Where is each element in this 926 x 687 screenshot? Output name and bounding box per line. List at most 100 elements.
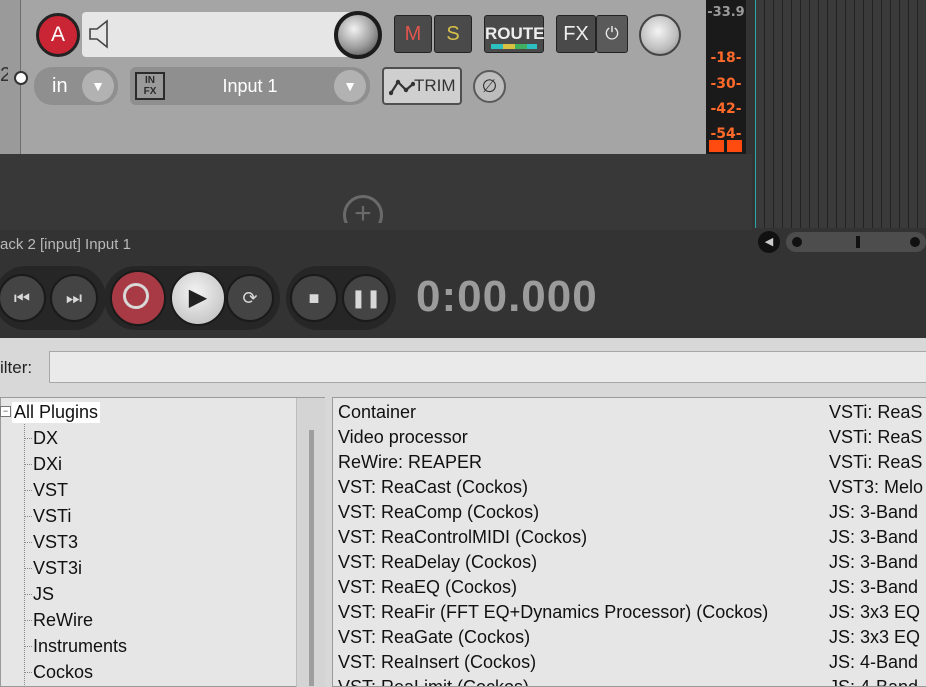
meter-bar-right [727, 140, 742, 152]
tree-scrollbar[interactable] [296, 398, 325, 687]
list-item[interactable]: ReWire: REAPER [338, 452, 482, 473]
track-io-connector[interactable] [14, 71, 28, 85]
tree-item[interactable]: ReWire [33, 610, 93, 631]
zoom-out-handle[interactable] [792, 237, 802, 247]
horizontal-scrollbar[interactable] [786, 232, 926, 252]
pause-button[interactable]: ❚❚ [342, 274, 390, 322]
list-item[interactable]: VST: ReaGate (Cockos) [338, 627, 530, 648]
chevron-down-icon: ▼ [82, 70, 114, 102]
list-item[interactable]: VSTi: ReaS [829, 402, 922, 423]
list-item[interactable]: VSTi: ReaS [829, 452, 922, 473]
arrange-view[interactable] [755, 0, 926, 228]
list-item[interactable]: JS: 3-Band [829, 502, 918, 523]
list-item[interactable]: JS: 3x3 EQ [829, 627, 920, 648]
tree-item[interactable]: Instruments [33, 636, 127, 657]
power-icon: ⏻ [605, 24, 619, 43]
tree-guide-line [25, 594, 32, 595]
edit-cursor [755, 0, 756, 228]
track-number: 2 [0, 64, 8, 86]
envelope-icon [389, 79, 415, 96]
go-to-end-button[interactable]: ⏭ [50, 274, 98, 322]
list-item[interactable]: VST: ReaControlMIDI (Cockos) [338, 527, 587, 548]
solo-button[interactable]: S [434, 15, 472, 53]
trim-label: TRIM [414, 76, 456, 95]
input-mode-label: in [52, 75, 68, 97]
stop-button[interactable]: ■ [290, 274, 338, 322]
tree-item[interactable]: VST [33, 480, 68, 501]
list-item[interactable]: JS: 3-Band [829, 577, 918, 598]
route-label: ROUTE [485, 24, 545, 43]
list-item[interactable]: VST3: Melo [829, 477, 923, 498]
tree-item-all-plugins[interactable]: All Plugins [12, 402, 101, 423]
tree-item[interactable]: JS [33, 584, 54, 605]
pan-knob[interactable] [639, 14, 681, 56]
stop-icon: ■ [308, 288, 320, 308]
meter-tick: -30- [710, 76, 742, 92]
plugin-list[interactable]: Container Video processor ReWire: REAPER… [332, 397, 926, 687]
status-text: ack 2 [input] Input 1 [0, 236, 131, 253]
tree-guide-line [25, 672, 32, 673]
track-vu-meter[interactable]: -33.9 -18- -30- -42- -54- [706, 0, 746, 154]
input-mode-select[interactable]: in ▼ [34, 67, 118, 105]
speaker-icon[interactable] [88, 18, 112, 50]
scroll-thumb[interactable] [856, 236, 860, 248]
list-item[interactable]: JS: 3-Band [829, 527, 918, 548]
tree-scroll-thumb[interactable] [309, 430, 314, 686]
fx-button[interactable]: FX [556, 15, 596, 53]
tree-guide-line [25, 438, 32, 439]
list-item[interactable]: JS: 4-Band [829, 652, 918, 673]
tree-item[interactable]: VST3i [33, 558, 82, 579]
phase-icon: ∅ [481, 76, 498, 96]
track-name-field[interactable] [82, 12, 358, 57]
list-item[interactable]: JS: 3x3 EQ [829, 602, 920, 623]
filter-input[interactable] [49, 351, 926, 383]
input-select[interactable]: IN FX Input 1 ▼ [130, 67, 370, 105]
record-arm-button[interactable]: A [36, 13, 80, 57]
tree-item[interactable]: Cockos [33, 662, 93, 683]
chevron-down-icon: ▼ [334, 70, 366, 102]
play-button[interactable]: ▶ [170, 270, 226, 326]
pause-icon: ❚❚ [350, 288, 382, 308]
tree-guide-line [25, 646, 32, 647]
tree-item[interactable]: DX [33, 428, 58, 449]
tree-guide-line [25, 620, 32, 621]
list-item[interactable]: VST: ReaDelay (Cockos) [338, 552, 537, 573]
skip-back-icon: ⏮ [13, 288, 31, 308]
tree-item[interactable]: VSTi [33, 506, 71, 527]
meter-peak-readout: -33.9 [707, 5, 745, 20]
play-icon: ▶ [188, 284, 208, 311]
collapse-icon[interactable]: − [0, 406, 11, 417]
tree-item[interactable]: VST3 [33, 532, 78, 553]
repeat-button[interactable]: ⟳ [226, 274, 274, 322]
loop-icon: ⟳ [242, 288, 258, 308]
list-item[interactable]: VST: ReaComp (Cockos) [338, 502, 539, 523]
route-color-stripe [491, 44, 537, 49]
tree-guide-line [25, 542, 32, 543]
list-item[interactable]: Container [338, 402, 416, 423]
tree-guide-line [25, 464, 32, 465]
list-item[interactable]: JS: 4-Band [829, 677, 918, 686]
list-item[interactable]: VST: ReaFir (FFT EQ+Dynamics Processor) … [338, 602, 768, 623]
list-item[interactable]: VSTi: ReaS [829, 427, 922, 448]
fx-bypass-button[interactable]: ⏻ [596, 15, 628, 53]
list-item[interactable]: VST: ReaLimit (Cockos) [338, 677, 529, 686]
go-to-start-button[interactable]: ⏮ [0, 274, 46, 322]
list-item[interactable]: VST: ReaCast (Cockos) [338, 477, 528, 498]
list-item[interactable]: Video processor [338, 427, 468, 448]
list-item[interactable]: VST: ReaEQ (Cockos) [338, 577, 517, 598]
meter-tick: -18- [710, 50, 742, 66]
route-button[interactable]: ROUTE [484, 15, 545, 53]
tree-guide-line [25, 516, 32, 517]
tree-guide-line [25, 490, 32, 491]
volume-knob[interactable] [334, 11, 382, 59]
zoom-in-handle[interactable] [910, 237, 920, 247]
phase-invert-button[interactable]: ∅ [473, 70, 506, 103]
tree-item[interactable]: DXi [33, 454, 62, 475]
list-item[interactable]: VST: ReaInsert (Cockos) [338, 652, 536, 673]
list-item[interactable]: JS: 3-Band [829, 552, 918, 573]
scroll-left-icon[interactable]: ◀ [758, 231, 780, 253]
mute-button[interactable]: M [394, 15, 432, 53]
trim-button[interactable]: TRIM [382, 67, 462, 105]
record-button[interactable] [110, 270, 166, 326]
time-display[interactable]: 0:00.000 [416, 272, 598, 322]
